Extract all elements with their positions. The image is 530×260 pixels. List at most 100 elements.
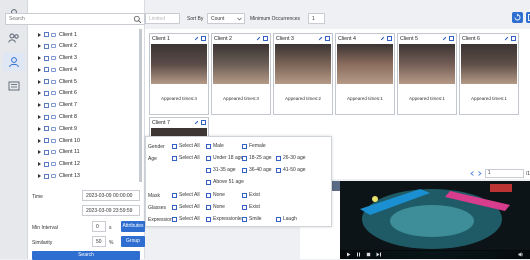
option-checkbox[interactable]: [206, 180, 211, 185]
tree-checkbox[interactable]: [44, 115, 49, 120]
tree-item[interactable]: Client 13: [38, 171, 139, 182]
option-checkbox[interactable]: [206, 217, 211, 222]
glasses-none[interactable]: None: [206, 204, 225, 210]
expression-laugh[interactable]: Laugh: [276, 216, 297, 222]
group-button[interactable]: Group: [121, 236, 145, 247]
option-checkbox[interactable]: [242, 156, 247, 161]
client-card[interactable]: Client 1Appeared times:4: [149, 33, 209, 115]
card-checkbox[interactable]: [325, 36, 330, 41]
tree-item[interactable]: Client 5: [38, 76, 139, 87]
option-checkbox[interactable]: [242, 144, 247, 149]
gender-female[interactable]: Female: [242, 143, 266, 149]
limit-input[interactable]: Limited: [145, 13, 180, 24]
expand-arrow-icon[interactable]: [38, 115, 41, 119]
option-checkbox[interactable]: [172, 217, 177, 222]
edit-icon[interactable]: [504, 36, 509, 41]
expand-arrow-icon[interactable]: [38, 44, 41, 48]
edit-icon[interactable]: [194, 120, 199, 125]
card-checkbox[interactable]: [263, 36, 268, 41]
age-above-51[interactable]: Above 51 age: [206, 179, 244, 185]
similarity-input[interactable]: 50: [92, 236, 106, 247]
edit-icon[interactable]: [194, 36, 199, 41]
expand-arrow-icon[interactable]: [38, 91, 41, 95]
step-icon[interactable]: [376, 252, 382, 257]
page-input[interactable]: 1: [485, 169, 524, 178]
card-checkbox[interactable]: [449, 36, 454, 41]
expand-arrow-icon[interactable]: [38, 150, 41, 154]
volume-icon[interactable]: [518, 252, 524, 257]
option-checkbox[interactable]: [242, 205, 247, 210]
expression-smile[interactable]: Smile: [242, 216, 262, 222]
face-thumbnail[interactable]: [275, 44, 331, 84]
option-checkbox[interactable]: [206, 156, 211, 161]
tree-checkbox[interactable]: [44, 126, 49, 131]
option-checkbox[interactable]: [276, 217, 281, 222]
expand-arrow-icon[interactable]: [38, 174, 41, 178]
glasses-exist[interactable]: Exist: [242, 204, 260, 210]
option-checkbox[interactable]: [206, 168, 211, 173]
tree-item[interactable]: Client 6: [38, 88, 139, 99]
glasses-select-all[interactable]: Select All: [172, 204, 200, 210]
min-occurrences-input[interactable]: 1: [308, 13, 325, 24]
rail-item-group[interactable]: [3, 29, 25, 47]
tree-item[interactable]: Client 10: [38, 135, 139, 146]
tree-checkbox[interactable]: [44, 162, 49, 167]
mask-exist[interactable]: Exist: [242, 192, 260, 198]
tree-item[interactable]: Client 1: [38, 29, 139, 40]
card-checkbox[interactable]: [387, 36, 392, 41]
card-checkbox[interactable]: [201, 36, 206, 41]
option-checkbox[interactable]: [206, 193, 211, 198]
mask-select-all[interactable]: Select All: [172, 192, 200, 198]
card-checkbox[interactable]: [511, 36, 516, 41]
face-thumbnail[interactable]: [337, 44, 393, 84]
next-page-icon[interactable]: [477, 171, 482, 176]
device-tree[interactable]: Client 1Client 2Client 3Client 4Client 5…: [38, 29, 142, 182]
option-checkbox[interactable]: [172, 193, 177, 198]
min-interval-input[interactable]: 0: [92, 221, 106, 232]
face-thumbnail[interactable]: [213, 44, 269, 84]
age-26-30[interactable]: 26-30 age: [276, 155, 306, 161]
tree-checkbox[interactable]: [44, 103, 49, 108]
edit-icon[interactable]: [256, 36, 261, 41]
mask-none[interactable]: None: [206, 192, 225, 198]
tree-item[interactable]: Client 3: [38, 53, 139, 64]
age-36-40[interactable]: 36-40 age: [242, 167, 272, 173]
option-checkbox[interactable]: [172, 205, 177, 210]
tree-checkbox[interactable]: [44, 79, 49, 84]
expand-arrow-icon[interactable]: [38, 56, 41, 60]
edit-icon[interactable]: [380, 36, 385, 41]
rail-item-face-analysis[interactable]: [3, 53, 25, 71]
option-checkbox[interactable]: [242, 168, 247, 173]
edit-icon[interactable]: [318, 36, 323, 41]
client-card[interactable]: Client 3Appeared times:2: [273, 33, 333, 115]
tree-checkbox[interactable]: [44, 174, 49, 179]
option-checkbox[interactable]: [172, 156, 177, 161]
expand-arrow-icon[interactable]: [38, 162, 41, 166]
option-checkbox[interactable]: [206, 205, 211, 210]
tree-item[interactable]: Client 2: [38, 41, 139, 52]
search-input[interactable]: [6, 14, 124, 24]
tree-item[interactable]: Client 7: [38, 100, 139, 111]
age-41-50[interactable]: 41-50 age: [276, 167, 306, 173]
expand-arrow-icon[interactable]: [38, 68, 41, 72]
rail-item-records[interactable]: [3, 77, 25, 95]
age-under-18[interactable]: Under 18 age: [206, 155, 243, 161]
tree-item[interactable]: Client 8: [38, 112, 139, 123]
expression-expressionless[interactable]: Expressionless: [206, 216, 247, 222]
end-time-input[interactable]: 2023-03-09 23:59:59: [82, 205, 140, 216]
face-thumbnail[interactable]: [399, 44, 455, 84]
tree-item[interactable]: Client 12: [38, 159, 139, 170]
refresh-button[interactable]: [512, 12, 523, 23]
expression-select-all[interactable]: Select All: [172, 216, 200, 222]
option-checkbox[interactable]: [242, 193, 247, 198]
tree-checkbox[interactable]: [44, 67, 49, 72]
client-card[interactable]: Client 4Appeared times:1: [335, 33, 395, 115]
option-checkbox[interactable]: [172, 144, 177, 149]
client-card[interactable]: Client 6Appeared times:1: [459, 33, 519, 115]
face-thumbnail[interactable]: [151, 44, 207, 84]
video-player[interactable]: [340, 181, 530, 259]
tree-checkbox[interactable]: [44, 44, 49, 49]
expand-arrow-icon[interactable]: [38, 139, 41, 143]
card-checkbox[interactable]: [201, 120, 206, 125]
client-card[interactable]: Client 5Appeared times:1: [397, 33, 457, 115]
